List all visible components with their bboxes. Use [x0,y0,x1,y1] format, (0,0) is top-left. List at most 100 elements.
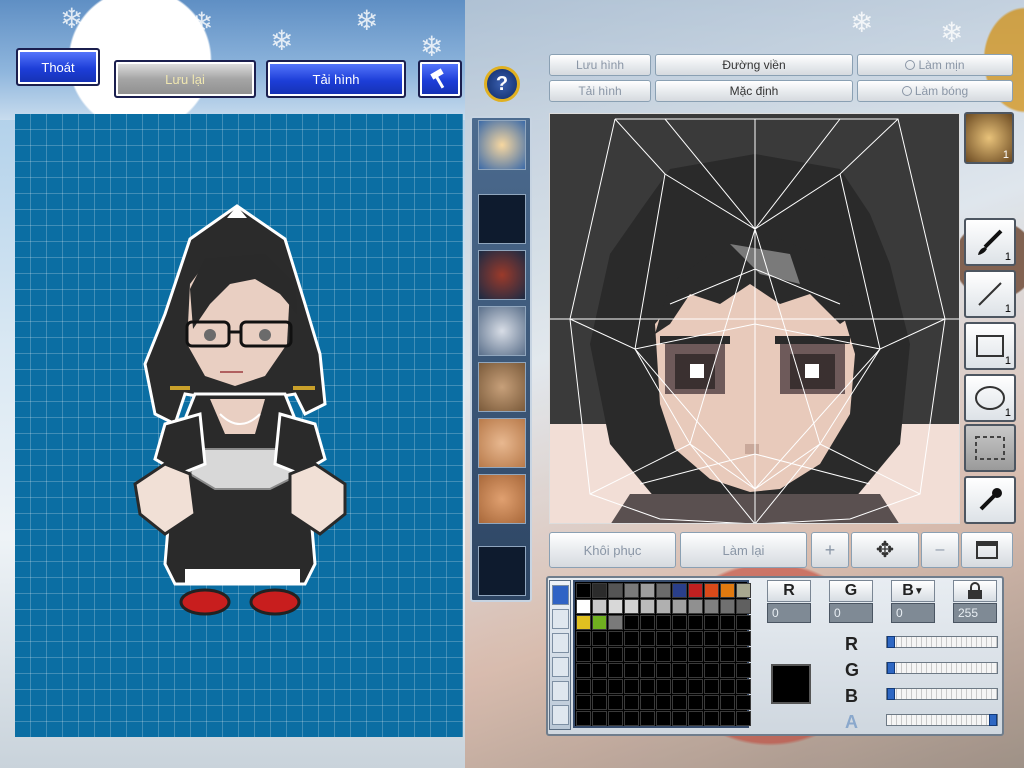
color-swatch[interactable] [736,663,751,678]
a-slider-knob[interactable] [989,714,997,726]
color-swatch[interactable] [592,631,607,646]
save-button[interactable]: Lưu lại [114,60,256,98]
color-swatch[interactable] [640,663,655,678]
minus-button[interactable]: – [921,532,959,568]
color-swatch[interactable] [720,711,735,726]
color-swatch[interactable] [736,695,751,710]
color-swatch[interactable] [592,583,607,598]
color-swatch[interactable] [688,679,703,694]
save-image-button[interactable]: Lưu hình [549,54,651,76]
color-swatch[interactable] [640,583,655,598]
shade-radio[interactable]: Làm bóng [857,80,1013,102]
palette-tab-5[interactable] [552,681,569,701]
smooth-radio[interactable]: Làm mịn [857,54,1013,76]
color-swatch[interactable] [672,631,687,646]
color-swatch[interactable] [576,599,591,614]
help-button[interactable]: ? [484,66,520,102]
g-value[interactable]: 0 [829,603,873,623]
g-slider[interactable] [886,662,998,674]
color-swatch[interactable] [736,583,751,598]
part-slot-body[interactable] [478,306,526,356]
color-swatch[interactable] [640,711,655,726]
editor-load-image-button[interactable]: Tải hình [549,80,651,102]
color-swatch[interactable] [624,679,639,694]
color-swatch[interactable] [608,583,623,598]
palette-tab-2[interactable] [552,609,569,629]
color-swatch[interactable] [608,695,623,710]
color-swatch[interactable] [592,599,607,614]
color-swatch[interactable] [704,679,719,694]
color-swatch[interactable] [592,695,607,710]
color-swatch[interactable] [640,679,655,694]
color-swatch[interactable] [608,647,623,662]
color-swatch[interactable] [608,615,623,630]
face-thumbnail[interactable]: 1 [964,112,1014,164]
a-value[interactable]: 255 [953,603,997,623]
color-swatch[interactable] [656,647,671,662]
palette-tab-1[interactable] [552,585,569,605]
color-swatch[interactable] [640,647,655,662]
color-swatch[interactable] [688,647,703,662]
a-slider[interactable] [886,714,998,726]
color-swatch[interactable] [592,711,607,726]
brush-tool[interactable]: 1 [964,218,1016,266]
color-swatch[interactable] [656,663,671,678]
color-swatch[interactable] [656,631,671,646]
color-swatch[interactable] [704,631,719,646]
part-slot-empty[interactable] [478,194,526,244]
color-swatch[interactable] [640,615,655,630]
color-swatch[interactable] [736,711,751,726]
color-swatch[interactable] [672,583,687,598]
hammer-button[interactable] [418,60,462,98]
color-swatch[interactable] [624,663,639,678]
fullscreen-button[interactable] [961,532,1013,568]
color-swatch[interactable] [640,599,655,614]
color-swatch[interactable] [736,599,751,614]
color-swatch[interactable] [624,631,639,646]
color-swatch[interactable] [656,711,671,726]
color-swatch[interactable] [672,679,687,694]
color-swatch[interactable] [576,695,591,710]
color-swatch[interactable] [656,679,671,694]
exit-button[interactable]: Thoát [16,48,100,86]
color-swatch[interactable] [592,647,607,662]
load-image-button[interactable]: Tải hình [266,60,406,98]
color-swatch[interactable] [624,711,639,726]
color-swatch[interactable] [576,647,591,662]
color-swatch[interactable] [736,679,751,694]
color-swatch[interactable] [704,615,719,630]
color-swatch[interactable] [576,663,591,678]
restore-button[interactable]: Khôi phục [549,532,676,568]
color-swatch[interactable] [720,695,735,710]
r-slider[interactable] [886,636,998,648]
color-swatch[interactable] [688,599,703,614]
color-swatch[interactable] [576,711,591,726]
palette-tab-6[interactable] [552,705,569,725]
color-swatch[interactable] [688,663,703,678]
part-slot-skin[interactable] [478,474,526,524]
g-slider-knob[interactable] [887,662,895,674]
color-swatch[interactable] [656,583,671,598]
part-slot-hair[interactable] [478,250,526,300]
part-slot-empty[interactable] [478,546,526,596]
color-swatch[interactable] [624,583,639,598]
color-swatch[interactable] [656,615,671,630]
color-swatch[interactable] [624,695,639,710]
b-slider-knob[interactable] [887,688,895,700]
eyedropper-tool[interactable] [964,476,1016,524]
color-swatch[interactable] [624,599,639,614]
color-swatch[interactable] [736,647,751,662]
line-tool[interactable]: 1 [964,270,1016,318]
r-slider-knob[interactable] [887,636,895,648]
color-swatch[interactable] [608,711,623,726]
move-button[interactable]: ✥ [851,532,919,568]
color-swatch[interactable] [704,695,719,710]
color-swatch[interactable] [704,583,719,598]
rectangle-tool[interactable]: 1 [964,322,1016,370]
color-swatch[interactable] [736,615,751,630]
color-swatch[interactable] [656,599,671,614]
b-slider[interactable] [886,688,998,700]
r-value[interactable]: 0 [767,603,811,623]
color-swatch[interactable] [704,599,719,614]
color-swatch[interactable] [720,631,735,646]
